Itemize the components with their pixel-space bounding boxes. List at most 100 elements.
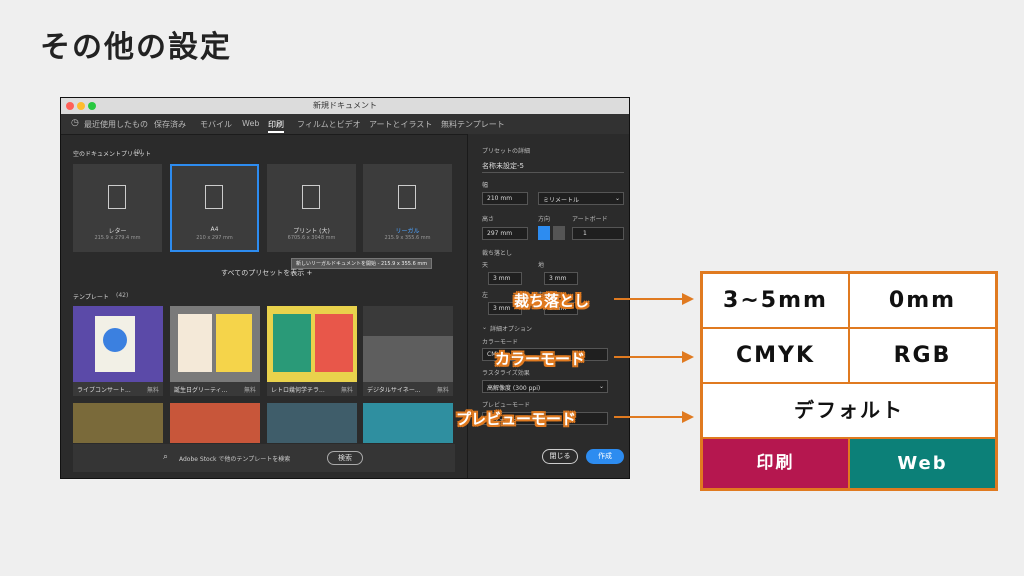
color-mode-label: カラーモード (482, 339, 519, 346)
tab-saved[interactable]: 保存済み (154, 119, 186, 130)
preview-mode-cell: デフォルト (703, 384, 995, 437)
window-title: 新規ドキュメント (313, 101, 377, 110)
template-card[interactable]: 誕生日グリーティ... 無料 (170, 306, 260, 396)
free-badge: 無料 (340, 387, 353, 394)
portrait-button[interactable] (538, 226, 550, 240)
details-heading: プリセットの詳細 (482, 148, 531, 155)
tab-art-illustration[interactable]: アートとイラスト (369, 119, 432, 130)
web-color-cell: RGB (850, 329, 995, 382)
preset-size: 210 x 297 mm (196, 235, 233, 241)
artboard-label: アートボード (572, 216, 608, 223)
bleed-top-field[interactable]: 3 mm (488, 272, 522, 285)
bleed-label: 裁ち落とし (482, 250, 513, 257)
print-bleed-cell: 3~5mm (703, 274, 848, 327)
tab-film-video[interactable]: フィルムとビデオ (297, 119, 361, 130)
artboard-field[interactable]: 1 (572, 227, 624, 240)
template-card[interactable] (363, 403, 453, 443)
view-all-presets-link[interactable]: すべてのプリセットを表示 + (221, 268, 312, 278)
document-icon (205, 185, 223, 209)
arrow-head (682, 411, 694, 423)
tab-mobile[interactable]: モバイル (200, 119, 232, 130)
bleed-top-label: 天 (482, 262, 489, 269)
template-card[interactable]: レトロ幾何学チラ... 無料 (267, 306, 357, 396)
arrow (614, 298, 684, 300)
title-bar: 新規ドキュメント (61, 98, 629, 114)
preset-letter[interactable]: レター 215.9 x 279.4 mm (73, 164, 162, 252)
advanced-options-toggle[interactable]: 詳細オプション (490, 324, 532, 333)
preset-name: レター (108, 228, 127, 235)
template-card[interactable]: ライブコンサート... 無料 (73, 306, 163, 396)
arrow-head (682, 293, 694, 305)
preset-size: 215.9 x 355.6 mm (384, 235, 431, 241)
bleed-left-label: 左 (482, 292, 489, 299)
print-color-cell: CMYK (703, 329, 848, 382)
preset-name: リーガル (395, 228, 420, 235)
template-name: 誕生日グリーティ... (174, 387, 228, 394)
landscape-button[interactable] (553, 226, 565, 240)
preview-mode-annotation: プレビューモード (456, 410, 577, 428)
width-label: 幅 (482, 182, 489, 189)
tab-recent[interactable]: 最近使用したもの (84, 119, 148, 130)
search-button[interactable]: 検索 (327, 451, 363, 465)
create-button[interactable]: 作成 (586, 449, 624, 464)
chevron-down-icon: ⌄ (599, 383, 605, 390)
preset-a4[interactable]: A4 210 x 297 mm (170, 164, 259, 252)
free-badge: 無料 (243, 387, 256, 394)
height-field[interactable]: 297 mm (482, 227, 528, 240)
template-card[interactable] (73, 403, 163, 443)
tab-bar: ◷ 最近使用したもの 保存済み モバイル Web 印刷 フィルムとビデオ アート… (61, 114, 629, 135)
print-label-cell: 印刷 (703, 439, 848, 488)
settings-summary-table: 3~5mm 0mm CMYK RGB デフォルト 印刷 Web (700, 271, 998, 491)
bleed-annotation: 裁ち落とし (514, 292, 590, 310)
unit-select[interactable]: ミリメートル ⌄ (538, 192, 624, 205)
card-thumbnail (216, 314, 252, 372)
document-icon (108, 185, 126, 209)
signage-thumbnail (363, 306, 453, 336)
flyer-thumbnail (315, 314, 353, 372)
flyer-thumbnail (273, 314, 311, 372)
search-bar: ⌕ Adobe Stock で他のテンプレートを検索 検索 (73, 444, 455, 472)
template-name: ライブコンサート... (77, 387, 131, 394)
template-card[interactable]: デジタルサイネー... 無料 (363, 306, 453, 396)
templates-heading: テンプレート (73, 294, 109, 301)
free-badge: 無料 (436, 387, 449, 394)
chevron-down-icon[interactable]: ⌄ (482, 324, 487, 331)
slide-title: その他の設定 (40, 30, 232, 65)
tooltip: 新しいリーガルドキュメントを開始 - 215.9 x 355.6 mm (291, 258, 433, 269)
close-button[interactable]: 閉じる (542, 449, 578, 464)
color-mode-annotation: カラーモード (495, 350, 586, 368)
poster-art (103, 328, 127, 352)
free-badge: 無料 (146, 387, 159, 394)
search-input[interactable]: Adobe Stock で他のテンプレートを検索 (179, 454, 290, 463)
bleed-bottom-label: 地 (538, 262, 545, 269)
document-name[interactable]: 名称未設定-5 (482, 161, 524, 171)
arrow-head (682, 351, 694, 363)
template-card[interactable] (267, 403, 357, 443)
preset-name: プリント (大) (293, 228, 330, 235)
bleed-bottom-field[interactable]: 3 mm (544, 272, 578, 285)
template-name: レトロ幾何学チラ... (271, 387, 325, 394)
preset-size: 6705.6 x 3048 mm (287, 235, 336, 241)
tab-print[interactable]: 印刷 (268, 119, 284, 130)
preset-size: 215.9 x 279.4 mm (94, 235, 141, 241)
raster-effects-select[interactable]: 高解像度 (300 ppi) ⌄ (482, 380, 608, 393)
arrow (614, 416, 684, 418)
template-card[interactable] (170, 403, 260, 443)
web-label-cell: Web (850, 439, 995, 488)
document-icon (398, 185, 416, 209)
width-field[interactable]: 210 mm (482, 192, 528, 205)
templates-count: (42) (116, 292, 129, 299)
active-tab-indicator (268, 131, 284, 133)
orientation-label: 方向 (538, 216, 551, 223)
tab-free-templates[interactable]: 無料テンプレート (441, 119, 505, 130)
tab-web[interactable]: Web (242, 119, 259, 128)
height-label: 高さ (482, 216, 495, 223)
preset-print-large[interactable]: プリント (大) 6705.6 x 3048 mm (267, 164, 356, 252)
card-thumbnail (178, 314, 212, 372)
preset-legal[interactable]: リーガル 215.9 x 355.6 mm (363, 164, 452, 252)
web-bleed-cell: 0mm (850, 274, 995, 327)
preset-name: A4 (210, 226, 219, 233)
chevron-down-icon: ⌄ (615, 195, 621, 202)
search-icon: ⌕ (163, 452, 169, 462)
presets-count: (9) (134, 149, 143, 156)
